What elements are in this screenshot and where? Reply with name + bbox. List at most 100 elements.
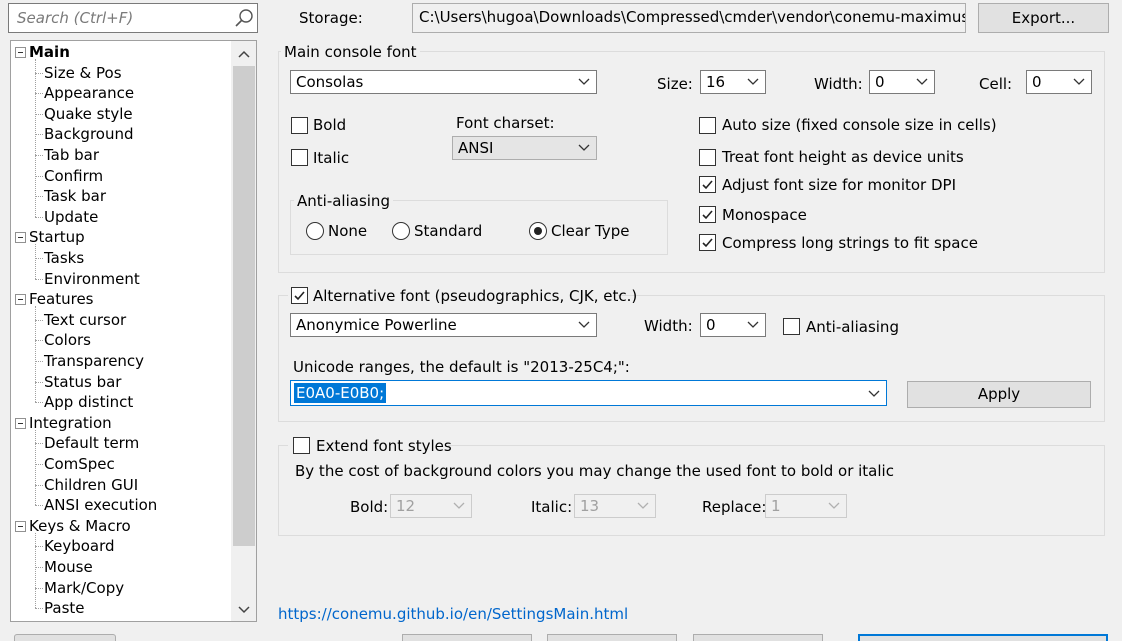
- treat-height-label[interactable]: Treat font height as device units: [722, 147, 964, 167]
- tree-item-status-bar[interactable]: Status bar: [44, 372, 121, 392]
- adjust-dpi-checkbox[interactable]: [699, 176, 716, 193]
- extend-styles-checkbox[interactable]: [293, 437, 310, 454]
- cell-label: Cell:: [979, 75, 1013, 93]
- monospace-label[interactable]: Monospace: [722, 205, 807, 225]
- tree-item-label: Children GUI: [44, 475, 139, 494]
- charset-select[interactable]: ANSI: [452, 136, 597, 160]
- search-icon[interactable]: [234, 8, 254, 28]
- auto-size-checkbox[interactable]: [699, 117, 716, 134]
- monospace-checkbox[interactable]: [699, 206, 716, 223]
- tree-item-tasks[interactable]: Tasks: [44, 248, 84, 268]
- scroll-up-button[interactable]: [231, 43, 256, 65]
- tree-item-children-gui[interactable]: Children GUI: [44, 475, 138, 495]
- scroll-down-button[interactable]: [231, 599, 256, 621]
- treat-height-checkbox[interactable]: [699, 149, 716, 166]
- collapse-icon[interactable]: [15, 47, 26, 58]
- tree-item-mark-copy[interactable]: Mark/Copy: [44, 578, 124, 598]
- help-link[interactable]: https://conemu.github.io/en/SettingsMain…: [278, 604, 628, 624]
- tree-item-ansi-execution[interactable]: ANSI execution: [44, 495, 157, 515]
- extend-bold-select[interactable]: 12: [390, 494, 472, 518]
- tree-item-startup[interactable]: Startup: [29, 227, 85, 247]
- bottom-button-1[interactable]: [402, 634, 532, 641]
- compress-label[interactable]: Compress long strings to fit space: [722, 233, 978, 253]
- unicode-ranges-combo[interactable]: E0A0-E0B0;: [290, 380, 887, 406]
- bottom-default-button[interactable]: [858, 634, 1108, 641]
- italic-label[interactable]: Italic: [313, 148, 349, 168]
- tree-item-keyboard[interactable]: Keyboard: [44, 536, 115, 556]
- alt-font-value: Anonymice Powerline: [296, 316, 457, 334]
- tree-scrollbar[interactable]: [231, 41, 256, 621]
- aa-none-radio[interactable]: [306, 222, 324, 240]
- font-size-select[interactable]: 16: [700, 70, 766, 94]
- auto-size-label[interactable]: Auto size (fixed console size in cells): [722, 115, 997, 135]
- tree-item-background[interactable]: Background: [44, 124, 134, 144]
- chevron-down-icon: [916, 78, 928, 85]
- bold-checkbox[interactable]: [291, 117, 308, 134]
- compress-checkbox[interactable]: [699, 234, 716, 251]
- alt-antialiasing-checkbox[interactable]: [783, 318, 800, 335]
- extend-italic-select[interactable]: 13: [574, 494, 656, 518]
- aa-cleartype-label[interactable]: Clear Type: [551, 221, 629, 241]
- scroll-thumb[interactable]: [233, 66, 255, 546]
- tree-item-comspec[interactable]: ComSpec: [44, 454, 115, 474]
- tree-connector: [35, 484, 43, 486]
- main-font-select[interactable]: Consolas: [290, 70, 597, 94]
- aa-standard-label[interactable]: Standard: [414, 221, 482, 241]
- settings-tree[interactable]: Main Size & Pos Appearance Quake style Backg…: [10, 40, 257, 622]
- main-font-group-title: Main console font: [281, 42, 420, 62]
- aa-standard-radio[interactable]: [392, 222, 410, 240]
- font-cell-select[interactable]: 0: [1026, 70, 1092, 94]
- tree-item-features[interactable]: Features: [29, 289, 94, 309]
- alt-font-checkbox[interactable]: [291, 287, 308, 304]
- search-box[interactable]: [8, 3, 258, 33]
- tree-item-label: App distinct: [44, 393, 134, 412]
- apply-button[interactable]: Apply: [907, 381, 1091, 408]
- tree-item-paste[interactable]: Paste: [44, 598, 85, 618]
- tree-item-keys-macro[interactable]: Keys & Macro: [29, 516, 131, 536]
- chevron-up-icon: [238, 50, 250, 58]
- tree-item-label: Text cursor: [44, 310, 127, 329]
- adjust-dpi-label[interactable]: Adjust font size for monitor DPI: [722, 175, 956, 195]
- tree-item-quake-style[interactable]: Quake style: [44, 104, 133, 124]
- storage-path-field[interactable]: C:\Users\hugoa\Downloads\Compressed\cmde…: [412, 3, 966, 33]
- font-width-select[interactable]: 0: [869, 70, 935, 94]
- tree-item-default-term[interactable]: Default term: [44, 433, 139, 453]
- tree-connector: [35, 258, 43, 259]
- tree-item-tab-bar[interactable]: Tab bar: [44, 145, 99, 165]
- collapse-icon[interactable]: [15, 520, 26, 532]
- bottom-button-2[interactable]: [547, 634, 677, 641]
- aa-none-label[interactable]: None: [328, 221, 367, 241]
- alt-font-select[interactable]: Anonymice Powerline: [290, 313, 597, 337]
- export-button[interactable]: Export...: [978, 3, 1109, 33]
- tree-item-integration[interactable]: Integration: [29, 413, 112, 433]
- alt-width-select[interactable]: 0: [700, 313, 766, 337]
- bottom-button-3[interactable]: [693, 634, 823, 641]
- tree-item-transparency[interactable]: Transparency: [44, 351, 144, 371]
- extend-styles-label[interactable]: Extend font styles: [316, 436, 452, 456]
- tree-connector: [35, 196, 43, 198]
- search-input[interactable]: [9, 4, 234, 32]
- tree-item-size-pos[interactable]: Size & Pos: [44, 63, 122, 83]
- tree-item-text-cursor[interactable]: Text cursor: [44, 310, 126, 330]
- collapse-icon[interactable]: [15, 294, 26, 306]
- chevron-down-icon: [238, 606, 250, 614]
- bold-label[interactable]: Bold: [313, 115, 346, 135]
- extend-replace-select[interactable]: 1: [765, 494, 847, 518]
- tree-item-mouse[interactable]: Mouse: [44, 557, 93, 577]
- alt-antialiasing-label[interactable]: Anti-aliasing: [806, 317, 899, 337]
- tree-item-update[interactable]: Update: [44, 207, 98, 227]
- tree-item-appearance[interactable]: Appearance: [44, 83, 134, 103]
- collapse-icon[interactable]: [15, 417, 26, 429]
- tree-item-environment[interactable]: Environment: [44, 269, 140, 289]
- unicode-ranges-value[interactable]: E0A0-E0B0;: [294, 383, 387, 403]
- collapse-icon[interactable]: [15, 232, 26, 244]
- bottom-left-button[interactable]: [14, 634, 116, 641]
- alt-font-label[interactable]: Alternative font (pseudographics, CJK, e…: [313, 286, 637, 306]
- tree-item-colors[interactable]: Colors: [44, 330, 91, 350]
- tree-item-app-distinct[interactable]: App distinct: [44, 392, 133, 412]
- chevron-down-icon: [578, 144, 590, 151]
- italic-checkbox[interactable]: [291, 149, 308, 166]
- tree-item-confirm[interactable]: Confirm: [44, 166, 103, 186]
- tree-item-task-bar[interactable]: Task bar: [44, 186, 106, 206]
- aa-cleartype-radio[interactable]: [529, 222, 547, 240]
